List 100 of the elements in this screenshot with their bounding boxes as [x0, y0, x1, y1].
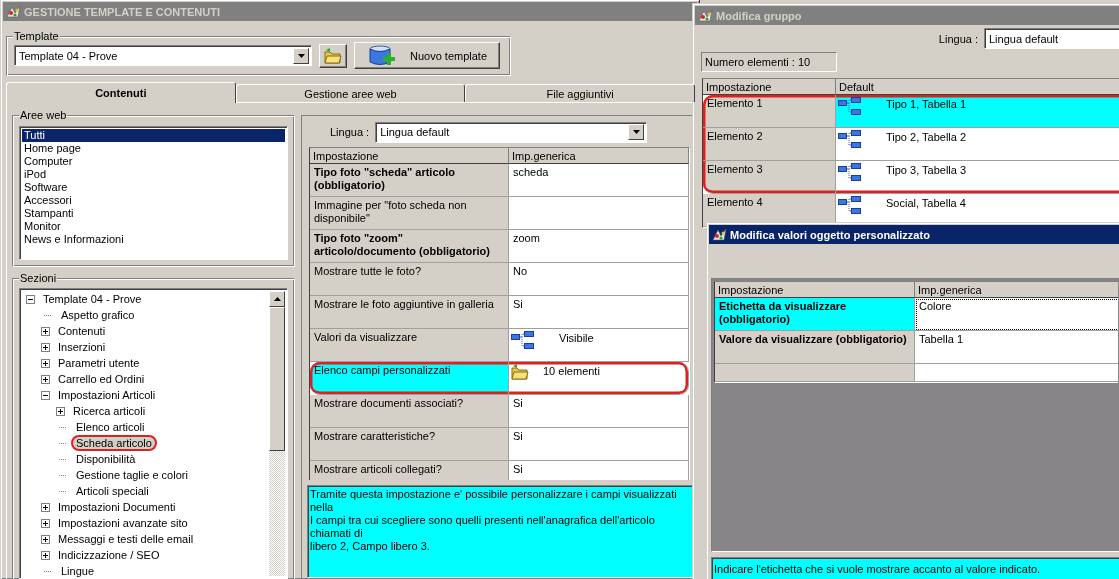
window-title: Modifica gruppo [716, 9, 802, 22]
row-label: Mostrare articoli collegati? [310, 461, 509, 480]
language-combo[interactable]: Lingua default [375, 121, 648, 143]
row-label: Mostrare le foto aggiuntive in galleria [310, 296, 509, 329]
tree-item[interactable]: Contenuti [53, 323, 111, 339]
row-label: Tipo foto "scheda" articolo (obbligatorio) [310, 164, 509, 197]
column-header: Impostazione [715, 282, 915, 298]
tree-item[interactable]: Template 04 - Prove [38, 291, 147, 307]
column-header: Default [836, 79, 1119, 95]
scroll-up-button[interactable] [269, 291, 285, 307]
tree-item[interactable]: Impostazioni Documenti [53, 499, 181, 515]
cell-text: Tipo 2, Tabella 2 [886, 131, 967, 144]
tree-item[interactable]: Articoli speciali [71, 483, 154, 499]
box-plus-icon [366, 43, 396, 68]
expand-icon [41, 518, 50, 528]
scrollbar-thumb[interactable] [269, 307, 285, 451]
tree-item[interactable]: Indicizzazione / SEO [53, 547, 165, 563]
list-item[interactable]: Accessori [22, 194, 285, 207]
table-cell[interactable]: No [509, 263, 689, 296]
collapse-icon [41, 390, 50, 400]
cell-text: Social, Tabella 4 [886, 197, 966, 210]
table-cell[interactable]: Tipo 3, Tabella 3 [836, 161, 1119, 194]
tab[interactable]: Contenuti [6, 82, 236, 103]
row-label: Mostrare documenti associati? [310, 395, 509, 428]
column-header: Impostazione [703, 79, 836, 95]
group-label: Sezioni [19, 272, 58, 285]
table-cell[interactable] [715, 364, 915, 382]
dropdown-button[interactable] [293, 47, 309, 64]
row-label: Elenco campi personalizzati [310, 362, 509, 395]
folder-button[interactable] [319, 43, 347, 68]
tree-item[interactable]: Parametri utente [53, 355, 145, 371]
tree-structure-icon [838, 196, 861, 214]
folder-icon [324, 47, 342, 64]
tab[interactable]: Gestione aree web [235, 84, 466, 102]
tree-item[interactable]: Elenco articoli [71, 419, 150, 435]
tree-item[interactable]: Disponibilità [71, 451, 141, 467]
tree-item[interactable]: Impostazioni Articoli [53, 387, 161, 403]
column-header: Imp.generica [509, 148, 689, 164]
group-label: Template [13, 30, 60, 43]
table-cell[interactable]: Colore [915, 298, 1118, 331]
expand-icon [41, 502, 50, 512]
tab[interactable]: File aggiuntivi [465, 84, 695, 102]
list-item[interactable]: News e Informazioni [22, 233, 285, 246]
window-title: Modifica valori oggetto personalizzato [730, 228, 930, 241]
app-icon [6, 5, 21, 18]
list-item[interactable]: Computer [22, 155, 285, 168]
template-combo[interactable]: Template 04 - Prove [14, 45, 312, 66]
field-label: Lingua : [330, 126, 370, 138]
table-cell[interactable] [509, 197, 689, 230]
expand-icon [41, 550, 50, 560]
row-label: Elemento 3 [703, 161, 836, 194]
table-cell[interactable]: scheda [509, 164, 689, 197]
table-cell[interactable]: Tipo 2, Tabella 2 [836, 128, 1119, 161]
description-line: Indicare l'etichetta che si vuole mostrare accanto al valore indicato. [714, 563, 1042, 576]
tree-item[interactable]: Ricerca articoli [68, 403, 151, 419]
tree-item[interactable]: Scheda articolo [71, 435, 157, 451]
element-count: Numero elementi : 10 [701, 52, 837, 72]
dropdown-button[interactable] [628, 124, 645, 140]
tree-item[interactable]: Messaggi e testi delle email [53, 531, 199, 547]
window-title: GESTIONE TEMPLATE E CONTENUTI [24, 5, 220, 18]
expand-icon [41, 358, 50, 368]
table-cell[interactable]: Si [509, 395, 689, 428]
language-field[interactable]: Lingua default [984, 28, 1119, 49]
row-label: Elemento 2 [703, 128, 836, 161]
tree-item[interactable]: Lingue [56, 563, 100, 578]
row-label: Valori da visualizzare [310, 329, 509, 362]
row-label: Valore da visualizzare (obbligatorio) [715, 331, 915, 364]
expand-icon [41, 534, 50, 544]
tree-structure-icon [838, 163, 861, 181]
tree-item[interactable]: Impostazioni avanzate sito [53, 515, 193, 531]
table-cell[interactable]: Si [509, 428, 689, 461]
expand-icon [41, 326, 50, 336]
tree-item[interactable]: Gestione taglie e colori [71, 467, 193, 483]
list-item[interactable]: Software [22, 181, 285, 194]
table-cell[interactable]: Tipo 1, Tabella 1 [836, 95, 1119, 128]
cell-text: Tipo 1, Tabella 1 [886, 98, 967, 111]
tree-item[interactable]: Inserzioni [53, 339, 111, 355]
dropdown-arrow-icon [632, 130, 640, 134]
list-item[interactable]: iPod [22, 168, 285, 181]
tree-item[interactable]: Aspetto grafico [56, 307, 140, 323]
tree-structure-icon [838, 97, 861, 115]
list-item[interactable]: Stampanti [22, 207, 285, 220]
row-label: Etichetta da visualizzare (obbligatorio) [715, 298, 915, 331]
row-label: Elemento 1 [703, 95, 836, 128]
app-icon [712, 228, 727, 241]
table-cell[interactable]: 10 elementi [509, 362, 689, 395]
list-item[interactable]: Monitor [22, 220, 285, 233]
list-item[interactable]: Tutti [22, 129, 285, 142]
row-label: Mostrare caratteristiche? [310, 428, 509, 461]
scrollbar[interactable] [269, 291, 285, 576]
table-cell[interactable]: Si [509, 296, 689, 329]
row-label: Immagine per "foto scheda non disponibile" [310, 197, 509, 230]
table-cell[interactable]: zoom [509, 230, 689, 263]
tree-structure-icon [838, 130, 861, 148]
column-header: Imp.generica [915, 282, 1118, 298]
new-template-button[interactable]: Nuovo template [354, 42, 500, 69]
tree-item[interactable]: Carrello ed Ordini [53, 371, 150, 387]
list-item[interactable]: Home page [22, 142, 285, 155]
table-cell[interactable]: Visibile [509, 329, 689, 362]
tree-structure-icon [511, 331, 534, 349]
